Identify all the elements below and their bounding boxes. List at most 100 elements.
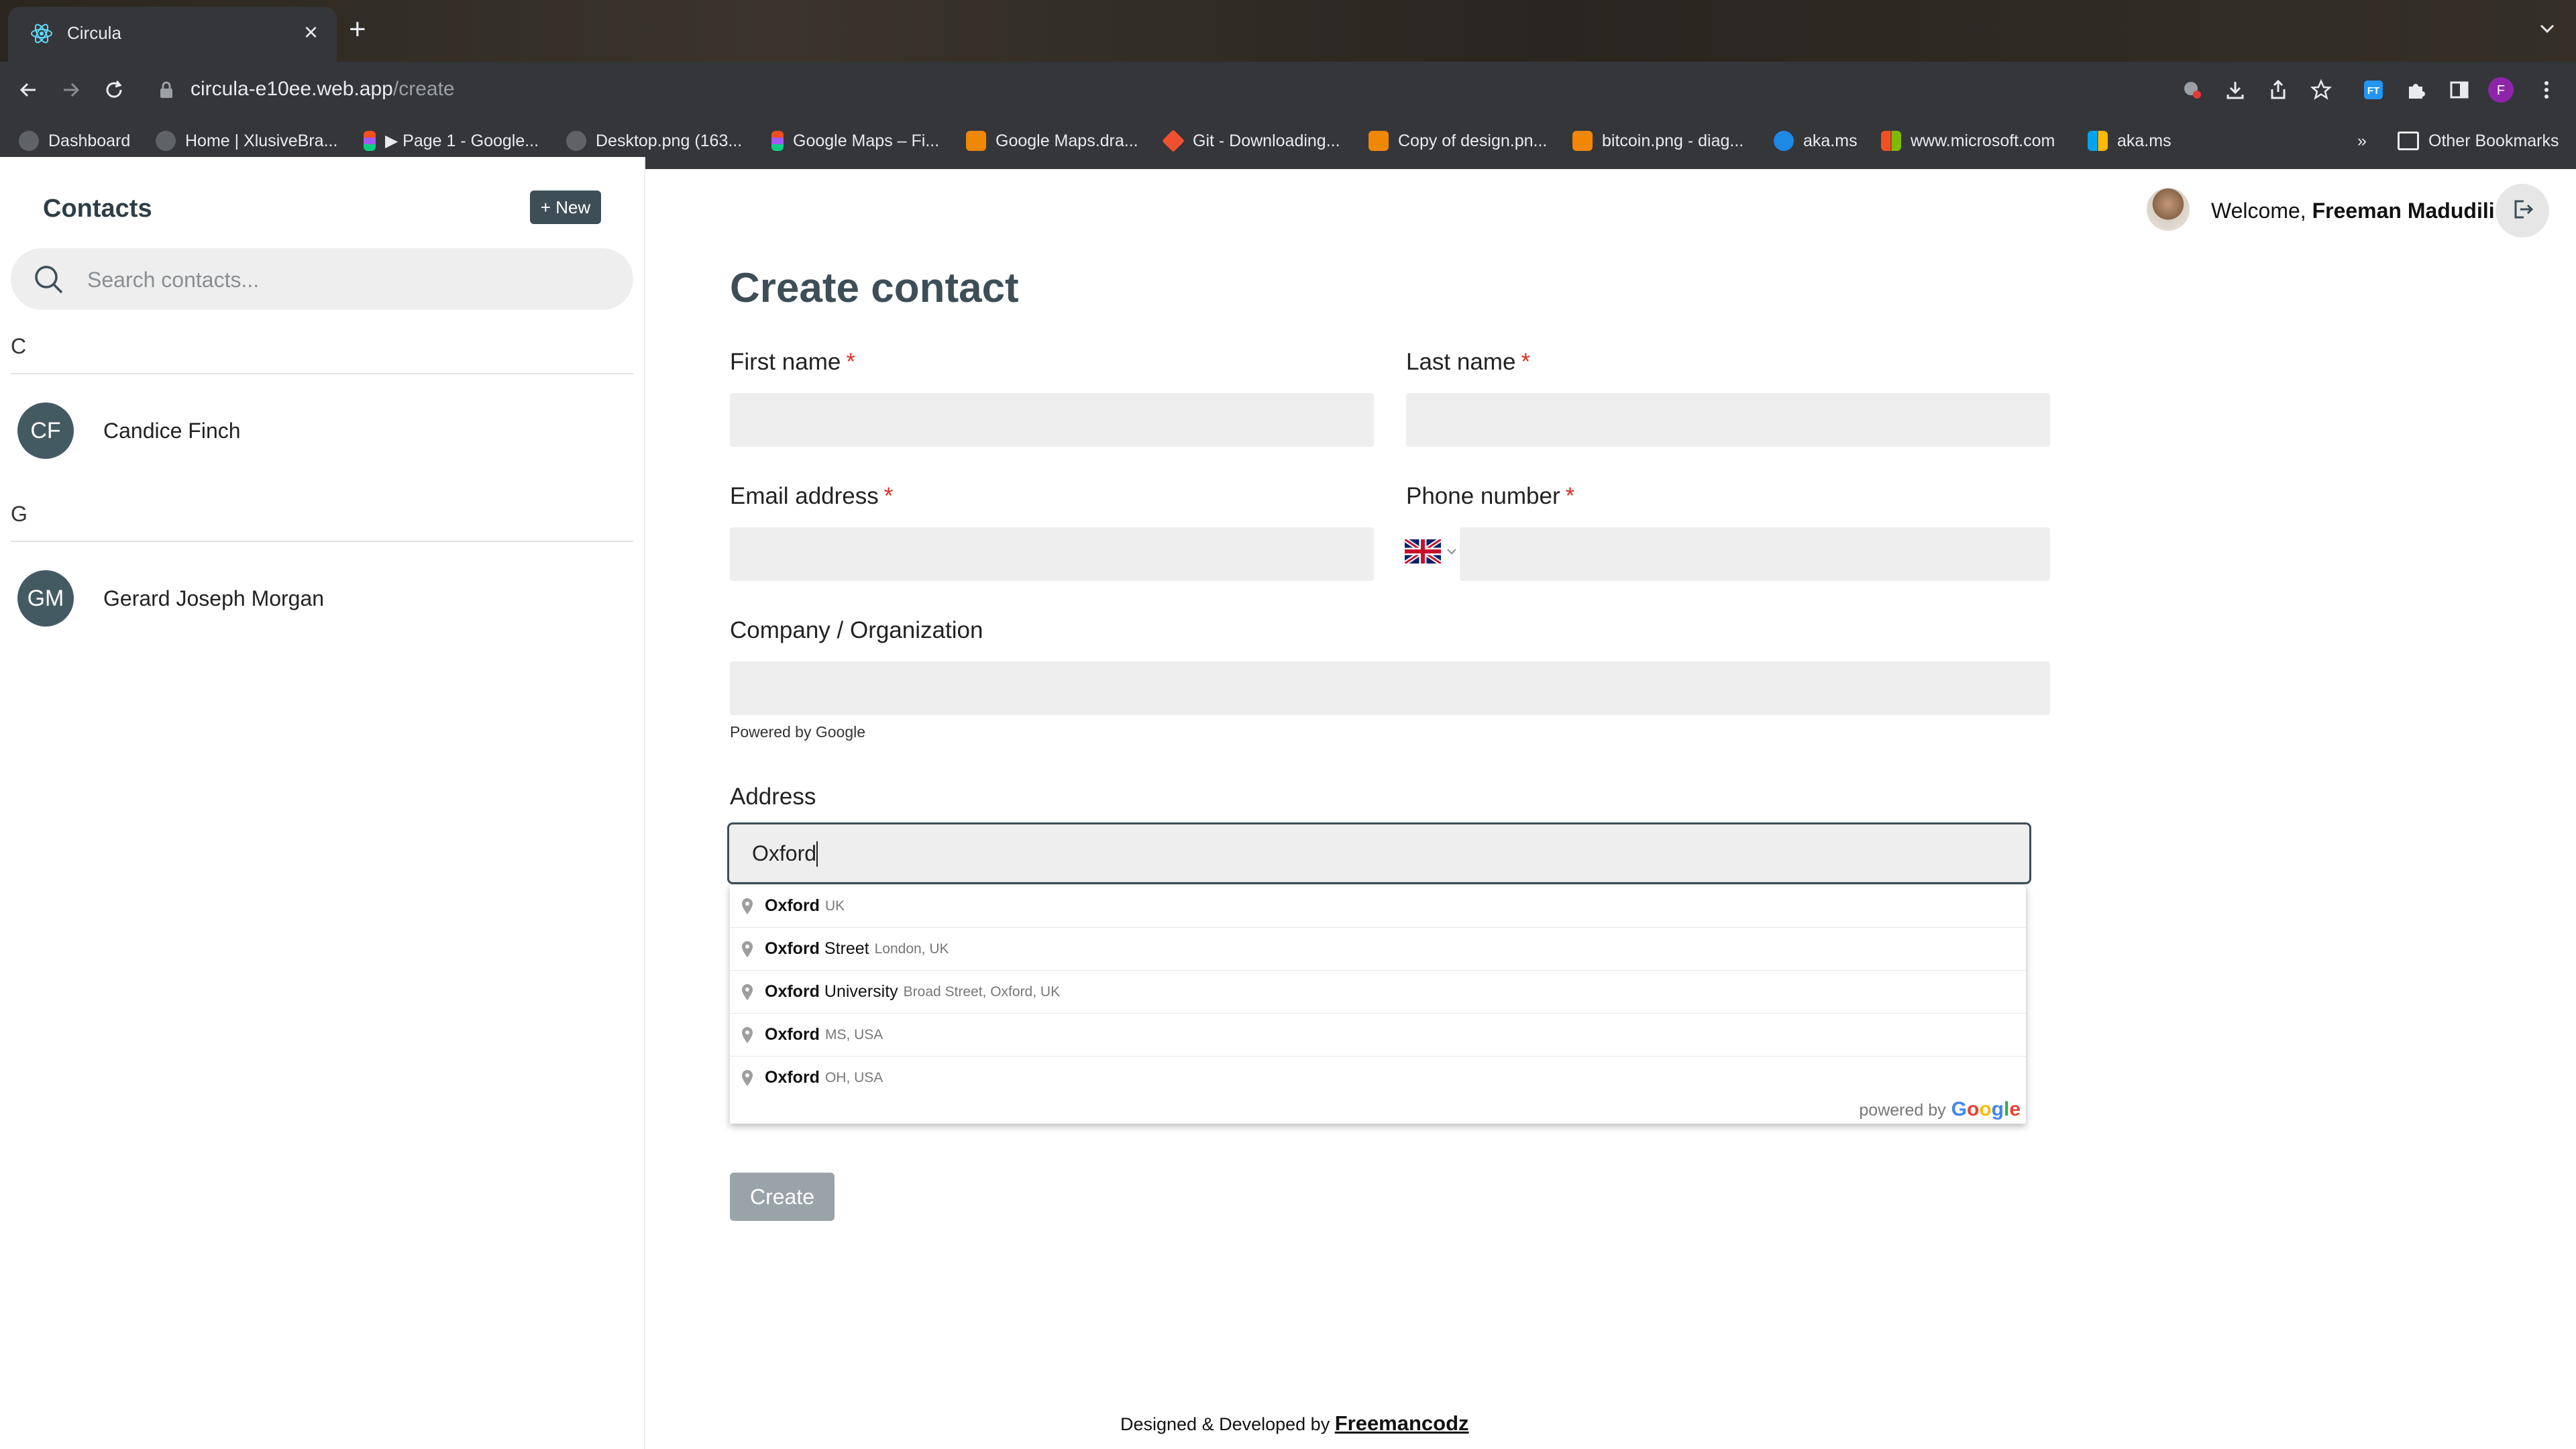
bookmark-item[interactable]: aka.ms (1774, 127, 1858, 154)
extension-blocker-icon[interactable] (2174, 71, 2211, 109)
browser-tab[interactable]: Circula × (8, 7, 337, 62)
close-tab-icon[interactable]: × (304, 19, 318, 46)
microsoft-icon (2088, 131, 2108, 151)
lock-icon (158, 80, 174, 99)
map-pin-icon (741, 898, 754, 915)
globe-icon (156, 131, 176, 151)
divider (11, 541, 633, 542)
bookmark-item[interactable]: Google Maps – Fi... (771, 127, 939, 154)
address-autocomplete-dropdown: Oxford UK Oxford Street London, UK Oxford … (730, 884, 2026, 1124)
phone-label: Phone number * (1406, 483, 1575, 509)
footer: Designed & Developed by Freemancodz (1120, 1411, 1469, 1435)
star-icon[interactable] (2302, 71, 2340, 109)
bookmark-item[interactable]: Git - Downloading... (1162, 127, 1340, 154)
footer-link[interactable]: Freemancodz (1335, 1411, 1469, 1435)
first-name-field[interactable] (730, 393, 1374, 447)
extension-ft-icon[interactable]: FT (2355, 71, 2392, 109)
other-bookmarks[interactable]: Other Bookmarks (2398, 127, 2559, 154)
bookmarks-overflow[interactable]: » (2357, 127, 2367, 154)
email-field[interactable] (730, 527, 1374, 581)
browser-tab-strip: Circula × + (0, 0, 2576, 62)
chevron-down-icon (1446, 547, 1457, 559)
contact-item[interactable]: GM Gerard Joseph Morgan (17, 570, 621, 627)
figma-icon (771, 131, 784, 151)
tab-title: Circula (67, 23, 121, 43)
bookmark-item[interactable]: Desktop.png (163... (566, 127, 742, 154)
profile-avatar[interactable]: F (2482, 71, 2520, 109)
autocomplete-suggestion[interactable]: Oxford MS, USA (730, 1014, 2026, 1057)
autocomplete-suggestion[interactable]: Oxford Street London, UK (730, 928, 2026, 971)
back-icon[interactable] (9, 71, 47, 109)
contact-name: Gerard Joseph Morgan (103, 586, 325, 610)
last-name-label: Last name * (1406, 349, 1531, 375)
react-icon (30, 21, 54, 46)
bookmark-item[interactable]: bitcoin.png - diag... (1572, 127, 1743, 154)
autocomplete-suggestion[interactable]: Oxford University Broad Street, Oxford, U… (730, 971, 2026, 1014)
phone-field[interactable] (1460, 527, 2050, 581)
sidebar-title: Contacts (43, 195, 152, 223)
country-code-select[interactable] (1403, 537, 1461, 566)
bookmark-item[interactable]: Copy of design.pn... (1368, 127, 1547, 154)
contacts-sidebar: Contacts + New C CF Candice Finch G GM G… (0, 157, 645, 1449)
map-pin-icon (741, 983, 754, 1001)
side-panel-icon[interactable] (2440, 71, 2478, 109)
first-name-label: First name * (730, 349, 855, 375)
avatar: CF (17, 402, 74, 459)
git-icon (1162, 129, 1185, 152)
map-pin-icon (741, 1069, 754, 1087)
divider (11, 373, 633, 374)
logout-icon (2509, 196, 2536, 226)
kebab-menu-icon[interactable] (2528, 71, 2565, 109)
welcome-text: Welcome, Freeman Madudili (2211, 199, 2495, 223)
google-logo: Google (1951, 1098, 2021, 1120)
last-name-field[interactable] (1406, 393, 2050, 447)
company-field[interactable] (730, 661, 2050, 715)
page-title: Create contact (730, 265, 1019, 311)
bookmark-item[interactable]: ▶ Page 1 - Google... (364, 127, 539, 154)
folder-icon (2398, 131, 2419, 150)
reload-icon[interactable] (95, 71, 133, 109)
drawio-icon (1572, 131, 1593, 151)
search-bar (11, 248, 633, 310)
contact-name: Candice Finch (103, 418, 241, 443)
url-text: circula-e10ee.web.app/create (191, 78, 455, 100)
text-caret (816, 841, 818, 867)
autocomplete-suggestion[interactable]: Oxford UK (730, 885, 2026, 928)
powered-by-google-logo: powered by Google (1859, 1098, 2021, 1120)
microsoft-icon (1881, 131, 1901, 151)
map-pin-icon (741, 941, 754, 958)
address-field[interactable] (727, 822, 2031, 884)
new-tab-icon[interactable]: + (349, 13, 366, 46)
svg-text:F: F (2497, 83, 2505, 98)
svg-text:FT: FT (2367, 85, 2379, 97)
puzzle-icon[interactable] (2398, 71, 2435, 109)
search-icon (32, 263, 66, 297)
autocomplete-suggestion[interactable]: Oxford OH, USA (730, 1057, 2026, 1099)
bookmark-item[interactable]: Dashboard (19, 127, 130, 154)
browser-toolbar: circula-e10ee.web.app/create FT F Dashbo… (0, 62, 2576, 169)
share-icon[interactable] (2259, 71, 2297, 109)
create-button[interactable]: Create (730, 1173, 835, 1221)
download-icon[interactable] (2216, 71, 2254, 109)
bookmark-item[interactable]: aka.ms (2088, 127, 2171, 154)
drawio-icon (966, 131, 986, 151)
logout-button[interactable] (2496, 184, 2549, 237)
globe-icon (566, 131, 586, 151)
forward-icon[interactable] (52, 71, 90, 109)
map-pin-icon (741, 1026, 754, 1044)
main-content: Welcome, Freeman Madudili Create contact… (645, 157, 2576, 1449)
bookmark-item[interactable]: www.microsoft.com (1881, 127, 2055, 154)
chevron-down-icon[interactable] (2536, 17, 2559, 40)
bookmark-item[interactable]: Google Maps.dra... (966, 127, 1138, 154)
group-letter: G (11, 502, 28, 526)
figma-icon (364, 131, 376, 151)
address-bar[interactable]: circula-e10ee.web.app/create (153, 68, 2152, 111)
email-label: Email address * (730, 483, 894, 509)
globe-icon (19, 131, 39, 151)
address-label: Address (730, 784, 816, 810)
company-label: Company / Organization (730, 617, 983, 643)
search-input[interactable] (86, 263, 612, 297)
contact-item[interactable]: CF Candice Finch (17, 402, 621, 459)
bookmark-item[interactable]: Home | XlusiveBra... (156, 127, 337, 154)
new-contact-button[interactable]: + New (530, 191, 601, 224)
